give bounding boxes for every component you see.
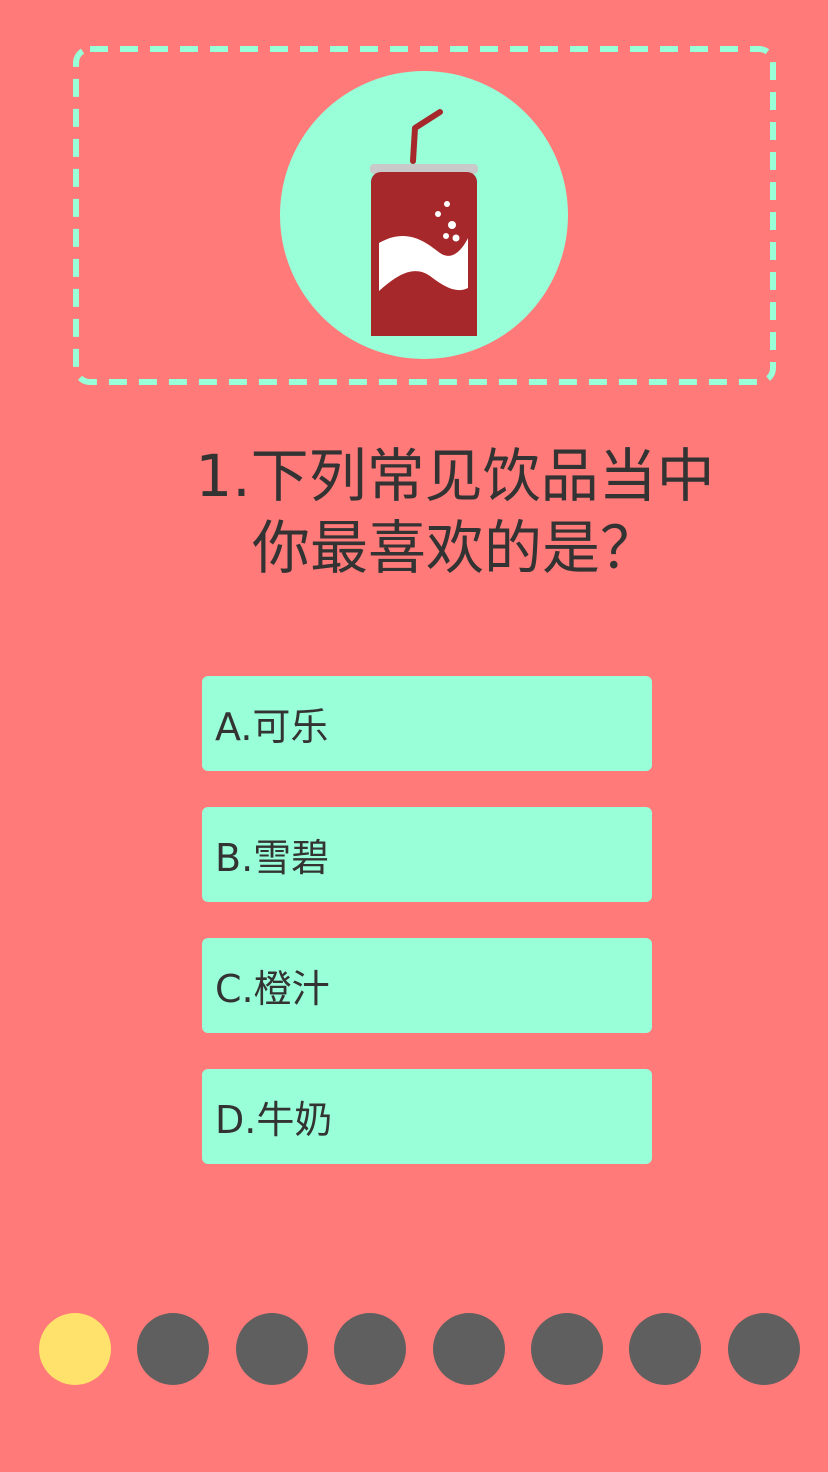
progress-dot — [433, 1313, 505, 1385]
option-b-button[interactable]: B.雪碧 — [202, 807, 652, 902]
progress-dot — [531, 1313, 603, 1385]
option-d-label: D.牛奶 — [215, 1098, 333, 1142]
option-d-button[interactable]: D.牛奶 — [202, 1069, 652, 1164]
option-b-label: B.雪碧 — [215, 836, 330, 880]
progress-dot — [334, 1313, 406, 1385]
hero-frame — [73, 46, 776, 385]
progress-dot — [629, 1313, 701, 1385]
question-line-2: 你最喜欢的是？ — [251, 514, 658, 582]
option-c-button[interactable]: C.橙汁 — [202, 938, 652, 1033]
progress-dot — [137, 1313, 209, 1385]
question-line-1: 1.下列常见饮品当中 — [195, 442, 715, 510]
progress-dot — [728, 1313, 800, 1385]
question-title: 1.下列常见饮品当中 你最喜欢的是？ — [140, 440, 770, 584]
progress-dot-active — [39, 1313, 111, 1385]
option-a-button[interactable]: A.可乐 — [202, 676, 652, 771]
progress-dot — [236, 1313, 308, 1385]
option-a-label: A.可乐 — [215, 705, 329, 749]
option-c-label: C.橙汁 — [215, 967, 330, 1011]
soda-can-icon — [370, 109, 478, 336]
